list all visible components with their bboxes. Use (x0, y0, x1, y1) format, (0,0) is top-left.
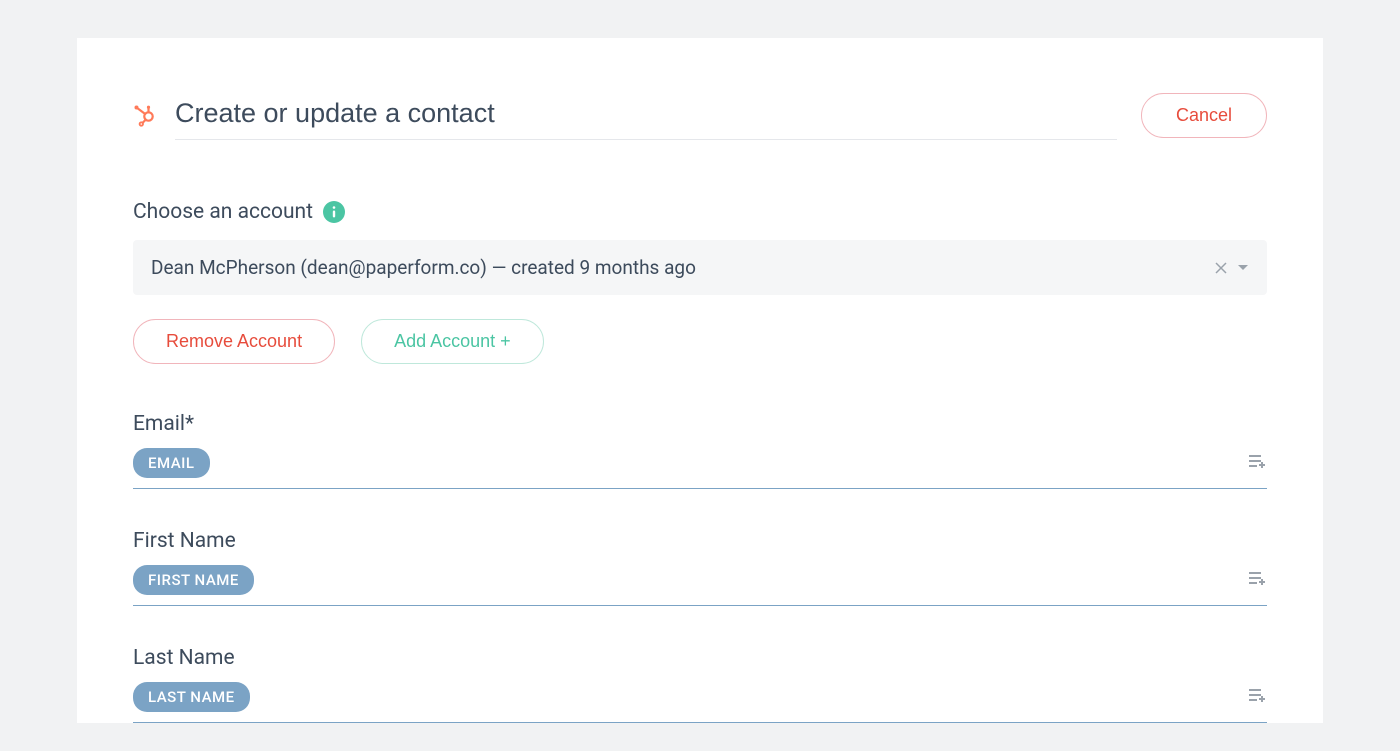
chevron-down-icon[interactable] (1237, 264, 1249, 272)
insert-variable-icon[interactable] (1247, 570, 1267, 590)
account-select[interactable]: Dean McPherson (dean@paperform.co) — cre… (133, 240, 1267, 295)
header-row: Cancel (133, 90, 1267, 140)
action-title-input[interactable] (175, 90, 1117, 140)
account-selected-value: Dean McPherson (dean@paperform.co) — cre… (151, 256, 696, 279)
account-select-controls (1215, 262, 1249, 274)
token-pill[interactable]: EMAIL (133, 448, 210, 478)
hubspot-icon (133, 103, 157, 127)
field-first-name: First Name FIRST NAME (133, 529, 1267, 606)
field-input[interactable]: FIRST NAME (133, 565, 1267, 606)
choose-account-label: Choose an account (133, 200, 313, 224)
field-input[interactable]: EMAIL (133, 448, 1267, 489)
add-account-button[interactable]: Add Account + (361, 319, 544, 364)
remove-account-button[interactable]: Remove Account (133, 319, 335, 364)
insert-variable-icon[interactable] (1247, 453, 1267, 473)
info-icon[interactable] (323, 201, 345, 223)
field-label: First Name (133, 529, 1267, 553)
title-wrap (133, 90, 1117, 140)
integration-card: Cancel Choose an account Dean McPherson … (77, 38, 1323, 723)
field-label: Last Name (133, 646, 1267, 670)
field-email: Email* EMAIL (133, 412, 1267, 489)
cancel-button[interactable]: Cancel (1141, 93, 1267, 138)
account-label-row: Choose an account (133, 200, 1267, 224)
token-pill[interactable]: LAST NAME (133, 682, 250, 712)
field-input[interactable]: LAST NAME (133, 682, 1267, 723)
field-label: Email* (133, 412, 1267, 436)
insert-variable-icon[interactable] (1247, 687, 1267, 707)
clear-icon[interactable] (1215, 262, 1227, 274)
token-pill[interactable]: FIRST NAME (133, 565, 254, 595)
account-actions: Remove Account Add Account + (133, 319, 1267, 364)
field-last-name: Last Name LAST NAME (133, 646, 1267, 723)
